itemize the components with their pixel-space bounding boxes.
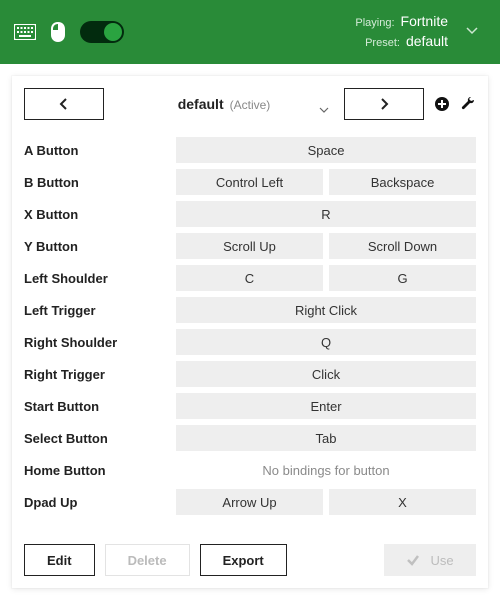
enable-toggle[interactable] [80, 21, 124, 43]
binding-chips: R [176, 201, 476, 227]
binding-row: Start Button Enter [24, 390, 476, 422]
use-label: Use [430, 553, 453, 568]
header-right: Playing: Fortnite Preset: default [355, 12, 486, 51]
binding-chips: Control LeftBackspace [176, 169, 476, 195]
binding-label: Right Shoulder [24, 335, 170, 350]
edit-button[interactable]: Edit [24, 544, 95, 576]
binding-label: Y Button [24, 239, 170, 254]
binding-row: Right Trigger Click [24, 358, 476, 390]
preset-top-bar: default (Active) [12, 76, 488, 124]
preset-value: default [406, 32, 448, 52]
binding-chip[interactable]: Control Left [176, 169, 323, 195]
binding-chip[interactable]: Scroll Up [176, 233, 323, 259]
footer-bar: Edit Delete Export Use [12, 534, 488, 588]
preset-status: (Active) [230, 98, 271, 112]
binding-row: Left Trigger Right Click [24, 294, 476, 326]
binding-label: Home Button [24, 463, 170, 478]
binding-row: X Button R [24, 198, 476, 230]
add-preset-button[interactable] [434, 96, 450, 112]
binding-chip[interactable]: R [176, 201, 476, 227]
binding-chip[interactable]: Scroll Down [329, 233, 476, 259]
use-button: Use [384, 544, 476, 576]
next-preset-button[interactable] [344, 88, 424, 120]
chevron-down-icon [318, 103, 330, 119]
preset-selector[interactable]: default (Active) [114, 96, 334, 112]
chevron-left-icon [58, 98, 70, 110]
settings-button[interactable] [460, 96, 476, 112]
header-left [14, 21, 124, 43]
preset-label: Preset: [365, 36, 400, 51]
binding-row: Select Button Tab [24, 422, 476, 454]
toggle-knob [104, 23, 122, 41]
binding-chip[interactable]: G [329, 265, 476, 291]
binding-row: Y Button Scroll UpScroll Down [24, 230, 476, 262]
binding-label: Dpad Up [24, 495, 170, 510]
app-header: Playing: Fortnite Preset: default [0, 0, 500, 64]
binding-chip[interactable]: Space [176, 137, 476, 163]
binding-chips: Click [176, 361, 476, 387]
chevron-right-icon [378, 98, 390, 110]
binding-chip[interactable]: Backspace [329, 169, 476, 195]
mouse-icon [50, 22, 66, 42]
binding-chip[interactable]: Arrow Up [176, 489, 323, 515]
binding-chips: Q [176, 329, 476, 355]
binding-chip[interactable]: Right Click [176, 297, 476, 323]
binding-row: Left Shoulder CG [24, 262, 476, 294]
no-binding-text: No bindings for button [176, 463, 476, 478]
playing-label: Playing: [355, 16, 394, 31]
binding-chip[interactable]: C [176, 265, 323, 291]
binding-chips: Enter [176, 393, 476, 419]
binding-chips: Right Click [176, 297, 476, 323]
wrench-icon [460, 96, 476, 112]
binding-chips: Arrow UpX [176, 489, 476, 515]
header-expand-icon[interactable] [464, 22, 480, 43]
content: default (Active) A ButtonSpaceB Butto [0, 64, 500, 600]
binding-label: B Button [24, 175, 170, 190]
binding-label: Right Trigger [24, 367, 170, 382]
binding-row: A Button Space [24, 134, 476, 166]
binding-label: Start Button [24, 399, 170, 414]
binding-label: X Button [24, 207, 170, 222]
binding-chip[interactable]: Click [176, 361, 476, 387]
bindings-list[interactable]: A Button Space B Button Control LeftBackspa… [12, 124, 488, 534]
binding-chips: Tab [176, 425, 476, 451]
binding-row: Home Button No bindings for button [24, 454, 476, 486]
binding-label: Left Trigger [24, 303, 170, 318]
playing-value: Fortnite [401, 12, 448, 32]
binding-chip[interactable]: Q [176, 329, 476, 355]
check-icon [406, 553, 420, 567]
keyboard-icon [14, 24, 36, 40]
binding-label: A Button [24, 143, 170, 158]
binding-chip[interactable]: Enter [176, 393, 476, 419]
binding-row: Right Shoulder Q [24, 326, 476, 358]
status-block: Playing: Fortnite Preset: default [355, 12, 448, 51]
binding-row: B Button Control LeftBackspace [24, 166, 476, 198]
prev-preset-button[interactable] [24, 88, 104, 120]
preset-name: default [178, 96, 224, 112]
export-button[interactable]: Export [200, 544, 287, 576]
binding-chips: Scroll UpScroll Down [176, 233, 476, 259]
binding-chips: Space [176, 137, 476, 163]
binding-label: Left Shoulder [24, 271, 170, 286]
binding-chip[interactable]: Tab [176, 425, 476, 451]
preset-card: default (Active) A ButtonSpaceB Butto [12, 76, 488, 588]
binding-label: Select Button [24, 431, 170, 446]
binding-chip[interactable]: X [329, 489, 476, 515]
delete-button: Delete [105, 544, 190, 576]
binding-row: Dpad Up Arrow UpX [24, 486, 476, 518]
binding-chips: CG [176, 265, 476, 291]
plus-circle-icon [434, 96, 450, 112]
